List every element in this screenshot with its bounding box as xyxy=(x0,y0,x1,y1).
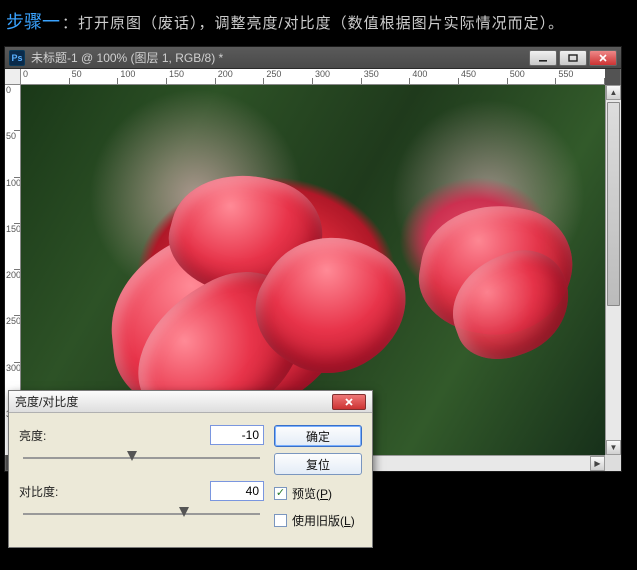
brightness-contrast-dialog: 亮度/对比度 亮度: 对比度: 确定 复位 xyxy=(8,390,373,548)
scrollbar-vertical[interactable]: ▲ ▼ xyxy=(605,85,621,455)
photoshop-icon: Ps xyxy=(9,50,25,66)
maximize-button[interactable] xyxy=(559,50,587,66)
contrast-input[interactable] xyxy=(210,481,264,501)
scroll-up-button[interactable]: ▲ xyxy=(606,85,621,100)
ruler-h-tick: 400 xyxy=(410,69,459,84)
contrast-slider-thumb[interactable] xyxy=(179,507,189,517)
contrast-slider[interactable] xyxy=(23,505,260,525)
ruler-v-tick: 100 xyxy=(5,178,20,224)
step-text: ：打开原图（废话），调整亮度/对比度（数值根据图片实际情况而定）。 xyxy=(62,12,564,33)
ruler-v-tick: 150 xyxy=(5,224,20,270)
scroll-right-button[interactable]: ▶ xyxy=(590,456,605,471)
contrast-row: 对比度: xyxy=(19,481,264,501)
preview-checkbox[interactable] xyxy=(274,487,287,500)
ruler-h-tick: 0 xyxy=(21,69,70,84)
legacy-checkbox-row[interactable]: 使用旧版(L) xyxy=(274,512,362,529)
caption-line: 步骤一 ：打开原图（废话），调整亮度/对比度（数值根据图片实际情况而定）。 xyxy=(0,0,637,44)
dialog-controls: 亮度: 对比度: xyxy=(19,425,264,537)
ok-button[interactable]: 确定 xyxy=(274,425,362,447)
window-controls xyxy=(529,50,617,66)
preview-checkbox-row[interactable]: 预览(P) xyxy=(274,485,362,502)
ruler-h-tick: 450 xyxy=(459,69,508,84)
reset-button[interactable]: 复位 xyxy=(274,453,362,475)
dialog-body: 亮度: 对比度: 确定 复位 预览(P) xyxy=(9,413,372,547)
dialog-close-button[interactable] xyxy=(332,394,366,410)
ruler-h-tick: 100 xyxy=(118,69,167,84)
ruler-h-tick: 500 xyxy=(508,69,557,84)
scroll-v-track[interactable] xyxy=(606,100,621,440)
ruler-horizontal[interactable]: 050100150200250300350400450500550 xyxy=(21,69,605,85)
ruler-v-tick: 0 xyxy=(5,85,20,131)
brightness-row: 亮度: xyxy=(19,425,264,445)
preview-label: 预览(P) xyxy=(292,485,332,502)
dialog-title: 亮度/对比度 xyxy=(15,393,332,410)
ruler-v-tick: 200 xyxy=(5,270,20,316)
ruler-h-tick: 150 xyxy=(167,69,216,84)
legacy-label: 使用旧版(L) xyxy=(292,512,355,529)
ruler-h-tick: 200 xyxy=(216,69,265,84)
scrollbar-corner xyxy=(605,455,621,471)
dialog-titlebar[interactable]: 亮度/对比度 xyxy=(9,391,372,413)
ruler-h-tick: 250 xyxy=(264,69,313,84)
brightness-input[interactable] xyxy=(210,425,264,445)
ruler-h-tick: 350 xyxy=(362,69,411,84)
minimize-button[interactable] xyxy=(529,50,557,66)
ruler-origin[interactable] xyxy=(5,69,21,85)
brightness-slider-thumb[interactable] xyxy=(127,451,137,461)
ruler-h-tick: 550 xyxy=(556,69,605,84)
brightness-slider[interactable] xyxy=(23,449,260,469)
ruler-v-tick: 250 xyxy=(5,316,20,362)
ruler-h-tick: 50 xyxy=(70,69,119,84)
legacy-checkbox[interactable] xyxy=(274,514,287,527)
scroll-down-button[interactable]: ▼ xyxy=(606,440,621,455)
brightness-label: 亮度: xyxy=(19,427,79,444)
ruler-v-tick: 50 xyxy=(5,131,20,177)
window-titlebar[interactable]: Ps 未标题-1 @ 100% (图层 1, RGB/8) * xyxy=(5,47,621,69)
close-button[interactable] xyxy=(589,50,617,66)
dialog-buttons: 确定 复位 预览(P) 使用旧版(L) xyxy=(274,425,362,537)
step-label: 步骤一 xyxy=(6,8,60,34)
scroll-v-thumb[interactable] xyxy=(607,102,620,306)
document-title: 未标题-1 @ 100% (图层 1, RGB/8) * xyxy=(31,49,523,66)
ruler-h-tick: 300 xyxy=(313,69,362,84)
contrast-label: 对比度: xyxy=(19,483,79,500)
